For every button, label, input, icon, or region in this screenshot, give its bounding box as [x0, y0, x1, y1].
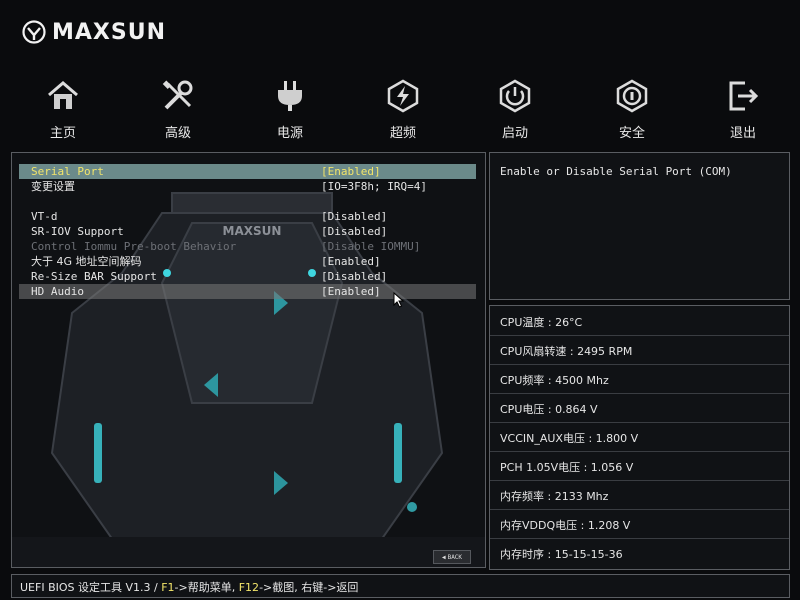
nav-label-boot: 启动: [501, 126, 528, 141]
menu-row-label: HD Audio: [31, 285, 84, 298]
exit-icon: [729, 81, 759, 111]
nav-label-security: 安全: [618, 126, 645, 141]
stat-text: CPU电压 : 0.864 V: [500, 403, 598, 416]
mouse-cursor-icon: [393, 292, 405, 308]
nav-item-power[interactable]: 电源: [250, 78, 330, 141]
nav-item-security[interactable]: 安全: [592, 78, 672, 141]
menu-row-vt-d[interactable]: VT-d [Disabled]: [19, 209, 476, 224]
stat-cpu-voltage: CPU电压 : 0.864 V: [490, 393, 789, 423]
stat-text: 内存频率 : 2133 Mhz: [500, 490, 609, 503]
power-plug-icon: [278, 81, 302, 111]
menu-row-label: SR-IOV Support: [31, 225, 124, 238]
nav-item-advanced[interactable]: 高级: [138, 78, 218, 141]
menu-row-value[interactable]: [Enabled]: [321, 284, 381, 299]
menu-row-label: 大于 4G 地址空间解码: [31, 255, 142, 268]
stat-text: CPU温度 : 26°C: [500, 316, 583, 329]
stat-cpu-temp: CPU温度 : 26°C: [490, 306, 789, 336]
menu-row-above-4g-decoding[interactable]: 大于 4G 地址空间解码 [Enabled]: [19, 254, 476, 269]
menu-row-iommu-preboot: Control Iommu Pre-boot Behavior [Disable…: [19, 239, 476, 254]
lightning-icon: [387, 79, 419, 113]
footer-prefix: UEFI BIOS 设定工具 V1.3 /: [20, 581, 162, 594]
menu-row-value[interactable]: [IO=3F8h; IRQ=4]: [321, 179, 427, 194]
stat-cpu-freq: CPU频率 : 4500 Mhz: [490, 364, 789, 394]
nav-item-exit[interactable]: 退出: [703, 78, 783, 141]
menu-row-resize-bar[interactable]: Re-Size BAR Support [Disabled]: [19, 269, 476, 284]
menu-row-change-settings[interactable]: 变更设置 [IO=3F8h; IRQ=4]: [19, 179, 476, 194]
maxsun-logo: MAXSUN: [22, 16, 166, 48]
settings-panel: MAXSUN Serial Port [Enabled] 变更设置 [IO=3F…: [11, 152, 486, 568]
nav-item-boot[interactable]: 启动: [475, 78, 555, 141]
stat-text: CPU频率 : 4500 Mhz: [500, 374, 609, 387]
back-label: BACK: [447, 553, 463, 561]
tools-icon: [162, 80, 193, 110]
stat-text: PCH 1.05V电压 : 1.056 V: [500, 461, 634, 474]
brand-name: MAXSUN: [52, 19, 167, 45]
nav-label-advanced: 高级: [164, 126, 191, 141]
menu-row-label: Re-Size BAR Support: [31, 270, 157, 283]
f1-description: ->帮助菜单,: [174, 581, 239, 594]
menu-row-value[interactable]: [Disabled]: [321, 209, 387, 224]
shield-icon: [616, 79, 648, 113]
stat-memory-timing: 内存时序 : 15-15-15-36: [490, 538, 789, 567]
nav-label-exit: 退出: [729, 126, 756, 141]
stat-text: CPU风扇转速 : 2495 RPM: [500, 345, 633, 358]
f12-key: F12: [238, 581, 260, 594]
top-nav: 主页 高级 电源 超频 启动 安全 退出: [0, 78, 800, 146]
hardware-monitor-panel: CPU温度 : 26°C CPU风扇转速 : 2495 RPM CPU频率 : …: [489, 305, 790, 570]
menu-row-value[interactable]: [Enabled]: [321, 254, 381, 269]
menu-row-value[interactable]: [Disabled]: [321, 269, 387, 284]
menu-row-value: [Disable IOMMU]: [321, 240, 421, 253]
stat-text: VCCIN_AUX电压 : 1.800 V: [500, 432, 639, 445]
nav-item-home[interactable]: 主页: [23, 78, 103, 141]
back-arrow-icon: ◀: [441, 553, 446, 561]
footer-text: UEFI BIOS 设定工具 V1.3 / F1->帮助菜单, F12->截图,…: [20, 579, 358, 595]
power-button-icon: [499, 79, 531, 113]
stat-vccin-aux: VCCIN_AUX电压 : 1.800 V: [490, 422, 789, 452]
menu-row-value[interactable]: [Disabled]: [321, 224, 387, 239]
stat-pch-voltage: PCH 1.05V电压 : 1.056 V: [490, 451, 789, 481]
footer-bar: UEFI BIOS 设定工具 V1.3 / F1->帮助菜单, F12->截图,…: [11, 574, 790, 598]
back-button[interactable]: ◀ BACK: [433, 550, 471, 564]
nav-label-home: 主页: [49, 126, 76, 141]
menu-row-label: VT-d: [31, 210, 58, 223]
menu-row-hd-audio[interactable]: HD Audio [Enabled]: [19, 284, 476, 299]
stat-memory-vddq: 内存VDDQ电压 : 1.208 V: [490, 509, 789, 539]
menu-row-serial-port[interactable]: Serial Port [Enabled]: [19, 164, 476, 179]
stat-text: 内存VDDQ电压 : 1.208 V: [500, 519, 631, 532]
f12-description: ->截图, 右键->返回: [259, 581, 359, 594]
nav-item-overclock[interactable]: 超频: [363, 78, 443, 141]
help-text: Enable or Disable Serial Port (COM): [500, 165, 732, 178]
f1-key: F1: [161, 581, 175, 594]
stat-memory-freq: 内存频率 : 2133 Mhz: [490, 480, 789, 510]
nav-label-power: 电源: [276, 126, 303, 141]
nav-label-overclock: 超频: [389, 126, 416, 141]
menu-row-label: Serial Port: [31, 165, 104, 178]
menu-row-value[interactable]: [Enabled]: [321, 164, 381, 179]
menu-row-label: 变更设置: [31, 180, 75, 193]
stat-text: 内存时序 : 15-15-15-36: [500, 548, 623, 561]
maxsun-logo-mark-icon: [22, 20, 46, 44]
stat-cpu-fan: CPU风扇转速 : 2495 RPM: [490, 335, 789, 365]
settings-menu: Serial Port [Enabled] 变更设置 [IO=3F8h; IRQ…: [19, 164, 476, 299]
home-icon: [48, 81, 78, 109]
menu-row-sr-iov[interactable]: SR-IOV Support [Disabled]: [19, 224, 476, 239]
menu-row-label: Control Iommu Pre-boot Behavior: [31, 240, 237, 253]
help-panel: Enable or Disable Serial Port (COM): [489, 152, 790, 300]
menu-spacer: [19, 194, 476, 209]
